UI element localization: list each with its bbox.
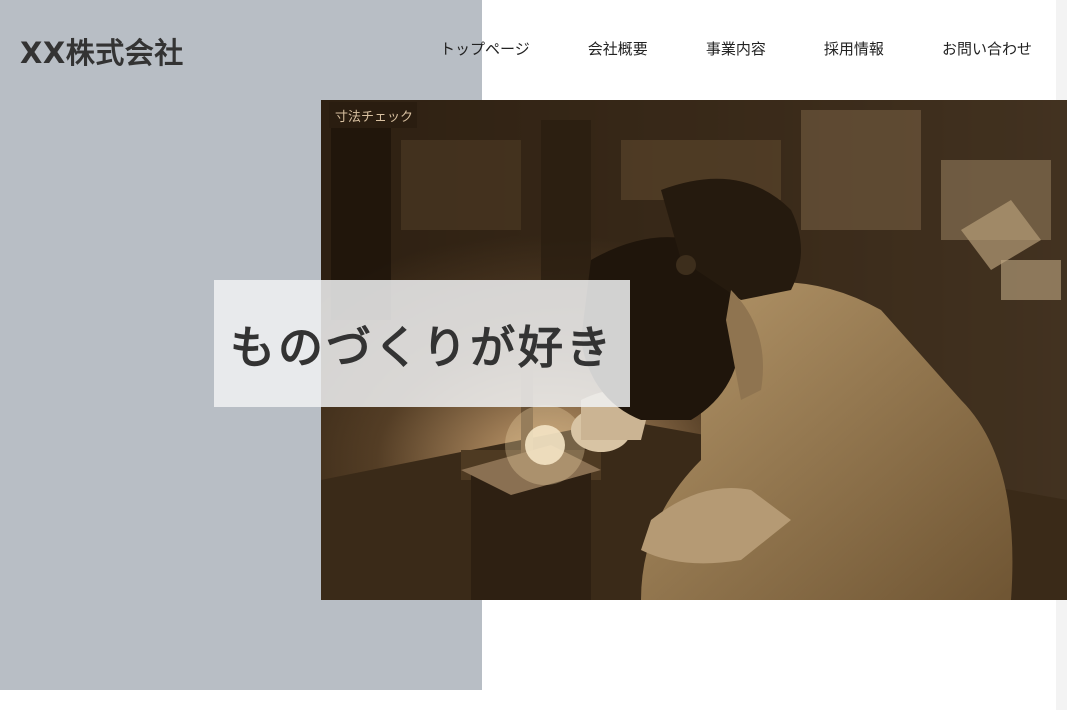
hero-tagline: ものづくりが好き	[229, 321, 614, 374]
nav-item-business[interactable]: 事業内容	[706, 38, 766, 59]
page: XX株式会社 トップページ 会社概要 事業内容 採用情報 お問い合わせ 寸法チェ…	[0, 0, 1067, 710]
company-logo[interactable]: XX株式会社	[20, 30, 184, 72]
nav-item-company-overview[interactable]: 会社概要	[588, 38, 648, 59]
nav-item-contact[interactable]: お問い合わせ	[942, 38, 1032, 59]
tagline-box: ものづくりが好き	[214, 280, 630, 407]
nav-item-top-page[interactable]: トップページ	[440, 38, 530, 59]
workshop-sign-text: 寸法チェック	[335, 110, 413, 125]
main-nav: トップページ 会社概要 事業内容 採用情報 お問い合わせ	[440, 38, 1032, 59]
nav-item-recruitment[interactable]: 採用情報	[824, 38, 884, 59]
